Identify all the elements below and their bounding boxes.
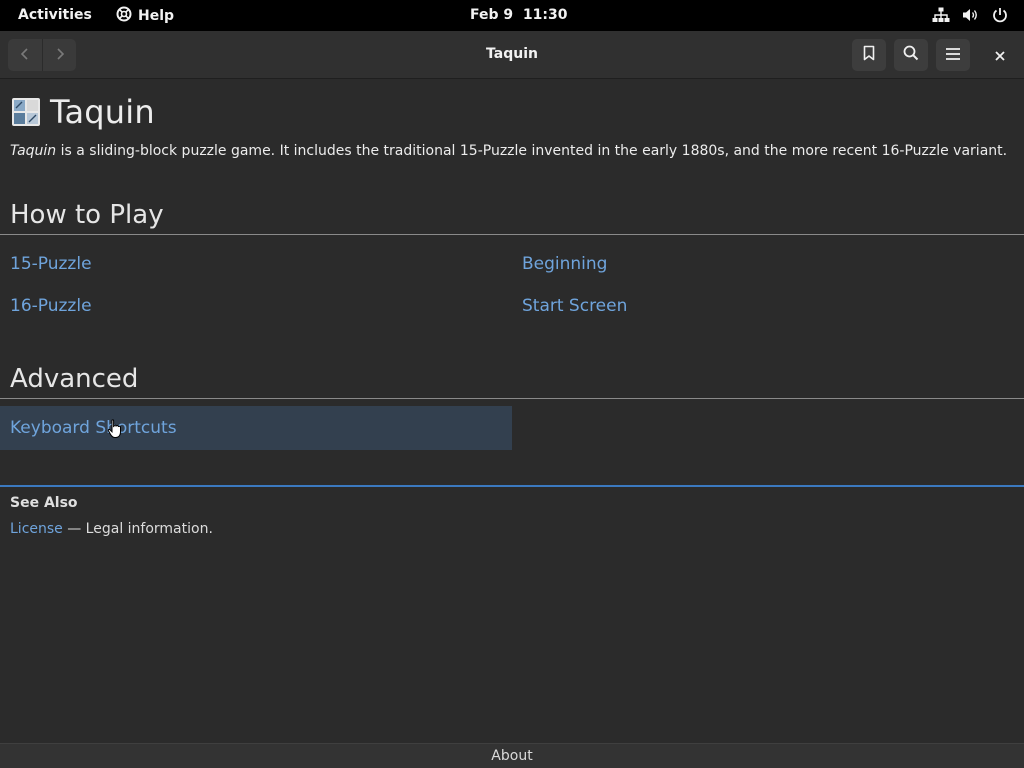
hand-pointer-cursor-icon [107,419,123,443]
link-license[interactable]: License [10,521,63,537]
bookmark-button[interactable] [852,39,886,71]
see-also-title: See Also [10,495,78,511]
bookmark-icon [862,45,876,65]
system-top-bar: Activities Help Feb 9 11:30 [0,0,1024,31]
page-title: Taquin [50,93,155,131]
intro-paragraph: Taquin is a sliding-block puzzle game. I… [10,143,1007,159]
section-title-advanced: Advanced [10,364,139,394]
search-icon [903,45,919,65]
link-keyboard-shortcuts[interactable]: Keyboard Shortcuts [10,418,177,438]
help-page-content: Taquin Taquin is a sliding-block puzzle … [0,79,1024,743]
app-menu-label: Help [138,8,175,24]
network-icon[interactable] [932,7,950,23]
clock[interactable]: Feb 9 11:30 [470,7,567,23]
see-also-item: License — Legal information. [10,521,213,537]
header-bar: Taquin [0,31,1024,79]
activities-button[interactable]: Activities [18,7,92,23]
power-icon[interactable] [992,7,1008,23]
close-window-button[interactable] [988,43,1012,67]
intro-app-name: Taquin [10,143,57,159]
hamburger-menu-icon [945,46,961,65]
link-15-puzzle[interactable]: 15-Puzzle [10,254,92,274]
page-heading: Taquin [12,93,155,131]
app-menu[interactable]: Help [116,6,174,26]
system-tray[interactable] [932,7,1008,23]
link-beginning[interactable]: Beginning [522,254,607,274]
see-also-description: — Legal information. [62,521,213,537]
link-start-screen[interactable]: Start Screen [522,296,627,316]
intro-text: is a sliding-block puzzle game. It inclu… [56,143,1008,159]
see-also-divider [0,485,1024,487]
search-button[interactable] [894,39,928,71]
main-menu-button[interactable] [936,39,970,71]
help-lifebuoy-icon [116,6,132,26]
volume-icon[interactable] [962,7,980,23]
footer-bar: About [0,743,1024,768]
link-16-puzzle[interactable]: 16-Puzzle [10,296,92,316]
close-icon [995,46,1005,65]
section-divider [0,398,1024,399]
taquin-app-icon [12,98,40,126]
about-link[interactable]: About [491,748,532,764]
section-title-how-to-play: How to Play [10,200,164,230]
section-divider [0,234,1024,235]
